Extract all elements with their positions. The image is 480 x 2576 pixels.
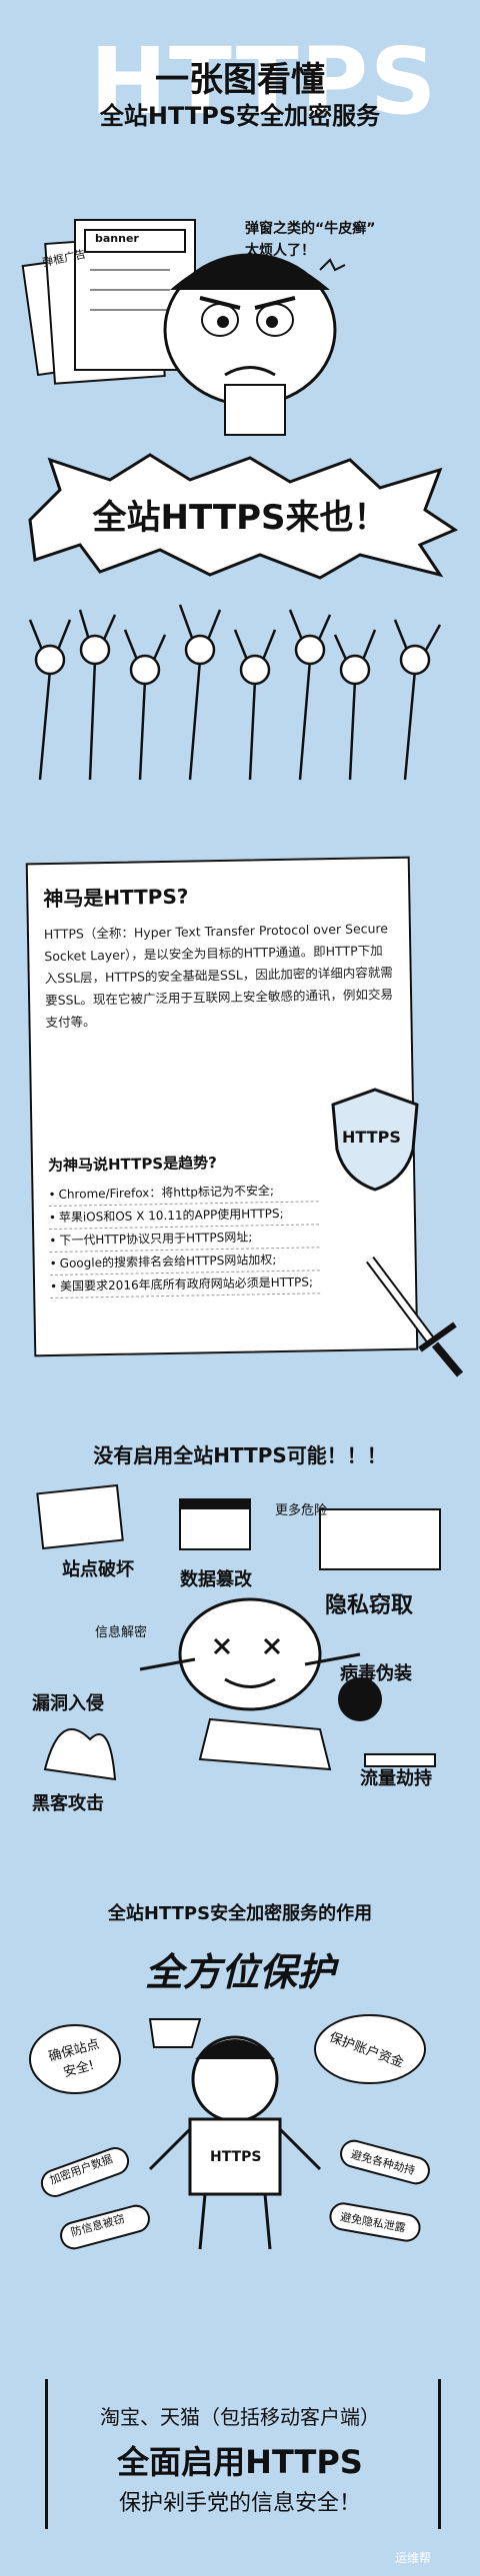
trend-list: Chrome/Firefox：将http标记为不安全; 苹果iOS和OS X 1… (48, 1179, 321, 1299)
benefits-headline: 全方位保护 (144, 1950, 335, 1994)
trend-title: 为神马说HTTPS是趋势? (47, 1154, 218, 1176)
cheering-crowd (28, 604, 442, 781)
risks-title: 没有启用全站HTTPS可能！！！ (93, 1443, 387, 1467)
risk-virus: 病毒伪装 (340, 1663, 412, 1684)
footer-line-3: 保护剁手党的信息安全！ (118, 2491, 361, 2516)
risk-leak: 漏洞入侵 (32, 1693, 104, 1714)
shield-label: HTTPS (342, 1128, 401, 1147)
https-coming-text: 全站HTTPS来也！ (92, 498, 388, 538)
complaint-line-1: 弹窗之类的“牛皮癣” (245, 221, 376, 237)
angry-user-illustration (21, 219, 346, 436)
risk-site-break: 站点破坏 (62, 1559, 134, 1580)
what-is-body: HTTPS（全称：Hyper Text Transfer Protocol ov… (43, 921, 394, 1031)
list-item: 美国要求2016年底所有政府网站必须是HTTPS; (49, 1271, 321, 1299)
complaint-line-2: 太烦人了！ (245, 243, 315, 259)
footer-line-1: 淘宝、天猫（包括移动客户端） (100, 2405, 380, 2429)
page-title: 一张图看懂 (155, 60, 325, 100)
risk-privacy: 隐私窃取 (325, 1593, 414, 1618)
benefits-title: 全站HTTPS安全加密服务的作用 (107, 1903, 373, 1924)
banner-label: banner (95, 232, 139, 245)
watermark: 运维帮 (395, 2551, 432, 2565)
risks-illustration (36, 1483, 441, 1781)
risk-hacker: 黑客攻击 (32, 1793, 104, 1814)
complaint-bubble: 弹窗之类的“牛皮癣” 太烦人了！ (245, 218, 375, 262)
risk-hijack: 流量劫持 (360, 1768, 432, 1789)
what-is-title: 神马是HTTPS? (43, 884, 189, 912)
footer-line-2: 全面启用HTTPS (117, 2443, 363, 2481)
sword-icon (366, 1257, 464, 1377)
shirt-label: HTTPS (210, 2149, 262, 2165)
risk-more: 更多危险 (275, 1503, 328, 1518)
risk-data-tamper: 数据篡改 (180, 1569, 252, 1590)
risk-decrypt: 信息解密 (95, 1625, 148, 1640)
page-subtitle: 全站HTTPS安全加密服务 (99, 102, 381, 130)
footer-box: 淘宝、天猫（包括移动客户端） 全面启用HTTPS 保护剁手党的信息安全！ (45, 2379, 441, 2529)
